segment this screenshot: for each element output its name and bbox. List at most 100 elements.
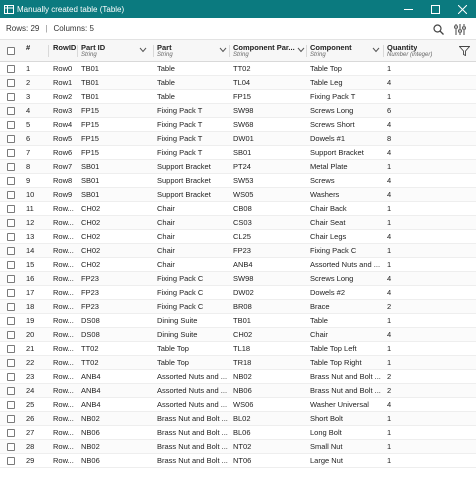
table-cell: 5 [26, 120, 31, 129]
table-cell: Chair [157, 232, 175, 241]
table-row[interactable]: 12 Row... CH02 Chair CS03 Chair Seat 1 [0, 216, 476, 230]
row-checkbox[interactable] [7, 317, 15, 325]
table-cell: FP23 [81, 274, 99, 283]
table-cell: 1 [387, 204, 392, 213]
row-checkbox[interactable] [7, 247, 15, 255]
table-row[interactable]: 23 Row... ANB4 Assorted Nuts and ... NB02 Bra… [0, 370, 476, 384]
table-row[interactable]: 18 Row... FP23 Fixing Pack C BR08 Brace 2 [0, 300, 476, 314]
row-checkbox[interactable] [7, 289, 15, 297]
row-checkbox[interactable] [7, 135, 15, 143]
row-checkbox[interactable] [7, 415, 15, 423]
table-row[interactable]: 28 Row... NB02 Brass Nut and Bolt ... NT02 Sm… [0, 440, 476, 454]
table-cell: FP15 [81, 148, 99, 157]
chevron-down-icon[interactable] [297, 47, 305, 53]
row-checkbox[interactable] [7, 163, 15, 171]
row-checkbox[interactable] [7, 177, 15, 185]
table-row[interactable]: 2 Row1 TB01 Table TL04 Table Leg 4 [0, 76, 476, 90]
table-cell: Assorted Nuts and ... [157, 400, 228, 409]
table-cell: Support Bracket [157, 190, 211, 199]
table-row[interactable]: 4 Row3 FP15 Fixing Pack T SW98 Screws Long 6 [0, 104, 476, 118]
table-row[interactable]: 3 Row2 TB01 Table FP15 Fixing Pack T 1 [0, 90, 476, 104]
row-checkbox[interactable] [7, 457, 15, 465]
table-row[interactable]: 29 Row... NB06 Brass Nut and Bolt ... NT06 La… [0, 454, 476, 468]
column-header-component-part[interactable]: Component Par... String [233, 40, 305, 62]
table-cell: TT02 [233, 64, 251, 73]
table-row[interactable]: 6 Row5 FP15 Fixing Pack T DW01 Dowels #1 8 [0, 132, 476, 146]
table-row[interactable]: 17 Row... FP23 Fixing Pack C DW02 Dowels #2 4 [0, 286, 476, 300]
row-checkbox[interactable] [7, 429, 15, 437]
table-cell: Row7 [53, 162, 73, 171]
column-header-index[interactable]: # [26, 40, 48, 62]
table-toolbar: Rows: 29 | Columns: 5 [0, 18, 476, 40]
row-checkbox[interactable] [7, 79, 15, 87]
table-row[interactable]: 21 Row... TT02 Table Top TL18 Table Top Left 1 [0, 342, 476, 356]
maximize-icon[interactable] [422, 0, 449, 18]
table-cell: NB06 [81, 428, 100, 437]
column-header-component[interactable]: Component String [310, 40, 382, 62]
table-cell: 1 [387, 316, 392, 325]
table-cell: 4 [387, 330, 392, 339]
row-checkbox[interactable] [7, 373, 15, 381]
filter-icon[interactable] [459, 46, 470, 56]
row-checkbox[interactable] [7, 149, 15, 157]
chevron-down-icon[interactable] [372, 47, 380, 53]
toolbar-separator: | [45, 24, 48, 33]
column-header-quantity[interactable]: Quantity Number (integer) [387, 40, 457, 62]
row-checkbox[interactable] [7, 331, 15, 339]
select-all-checkbox[interactable] [7, 47, 15, 55]
chevron-down-icon[interactable] [139, 47, 147, 53]
row-checkbox[interactable] [7, 233, 15, 241]
table-cell: 24 [26, 386, 35, 395]
table-cell: 1 [387, 218, 392, 227]
table-row[interactable]: 5 Row4 FP15 Fixing Pack T SW68 Screws Short 4 [0, 118, 476, 132]
search-icon[interactable] [430, 21, 446, 37]
table-row[interactable]: 25 Row... ANB4 Assorted Nuts and ... WS06 Was… [0, 398, 476, 412]
column-header-part-id[interactable]: Part ID String [81, 40, 151, 62]
table-row[interactable]: 9 Row8 SB01 Support Bracket SW53 Screws 4 [0, 174, 476, 188]
table-cell: Screws Short [310, 120, 355, 129]
row-checkbox[interactable] [7, 219, 15, 227]
close-icon[interactable] [449, 0, 476, 18]
table-row[interactable]: 11 Row... CH02 Chair CB08 Chair Back 1 [0, 202, 476, 216]
row-checkbox[interactable] [7, 359, 15, 367]
table-row[interactable]: 13 Row... CH02 Chair CL25 Chair Legs 4 [0, 230, 476, 244]
row-checkbox[interactable] [7, 191, 15, 199]
table-row[interactable]: 1 Row0 TB01 Table TT02 Table Top 1 [0, 62, 476, 76]
chevron-down-icon[interactable] [219, 47, 227, 53]
table-row[interactable]: 16 Row... FP23 Fixing Pack C SW98 Screws Long… [0, 272, 476, 286]
table-row[interactable]: 14 Row... CH02 Chair FP23 Fixing Pack C 1 [0, 244, 476, 258]
table-row[interactable]: 7 Row6 FP15 Fixing Pack T SB01 Support Bracke… [0, 146, 476, 160]
table-cell: SB01 [81, 162, 100, 171]
row-checkbox[interactable] [7, 65, 15, 73]
table-row[interactable]: 27 Row... NB06 Brass Nut and Bolt ... BL06 Lo… [0, 426, 476, 440]
row-checkbox[interactable] [7, 443, 15, 451]
row-checkbox[interactable] [7, 345, 15, 353]
table-row[interactable]: 24 Row... ANB4 Assorted Nuts and ... NB06 Bra… [0, 384, 476, 398]
table-cell: Chair Back [310, 204, 347, 213]
table-row[interactable]: 19 Row... DS08 Dining Suite TB01 Table 1 [0, 314, 476, 328]
row-checkbox[interactable] [7, 387, 15, 395]
table-row[interactable]: 15 Row... CH02 Chair ANB4 Assorted Nuts and .… [0, 258, 476, 272]
table-row[interactable]: 20 Row... DS08 Dining Suite CH02 Chair 4 [0, 328, 476, 342]
column-settings-icon[interactable] [452, 21, 468, 37]
minimize-icon[interactable] [395, 0, 422, 18]
column-header-rowid[interactable]: RowID [53, 40, 77, 62]
table-row[interactable]: 8 Row7 SB01 Support Bracket PT24 Metal Plate 1 [0, 160, 476, 174]
row-checkbox[interactable] [7, 205, 15, 213]
row-checkbox[interactable] [7, 275, 15, 283]
table-cell: CH02 [81, 246, 101, 255]
row-checkbox[interactable] [7, 93, 15, 101]
row-checkbox[interactable] [7, 261, 15, 269]
row-checkbox[interactable] [7, 401, 15, 409]
table-cell: Fixing Pack C [157, 288, 204, 297]
table-cell: 10 [26, 190, 35, 199]
table-cell: 15 [26, 260, 35, 269]
table-row[interactable]: 26 Row... NB02 Brass Nut and Bolt ... BL02 Sh… [0, 412, 476, 426]
column-header-part[interactable]: Part String [157, 40, 229, 62]
table-row[interactable]: 10 Row9 SB01 Support Bracket WS05 Washers 4 [0, 188, 476, 202]
row-checkbox[interactable] [7, 121, 15, 129]
row-checkbox[interactable] [7, 303, 15, 311]
table-cell: NB02 [233, 372, 252, 381]
row-checkbox[interactable] [7, 107, 15, 115]
table-row[interactable]: 22 Row... TT02 Table Top TR18 Table Top Right… [0, 356, 476, 370]
